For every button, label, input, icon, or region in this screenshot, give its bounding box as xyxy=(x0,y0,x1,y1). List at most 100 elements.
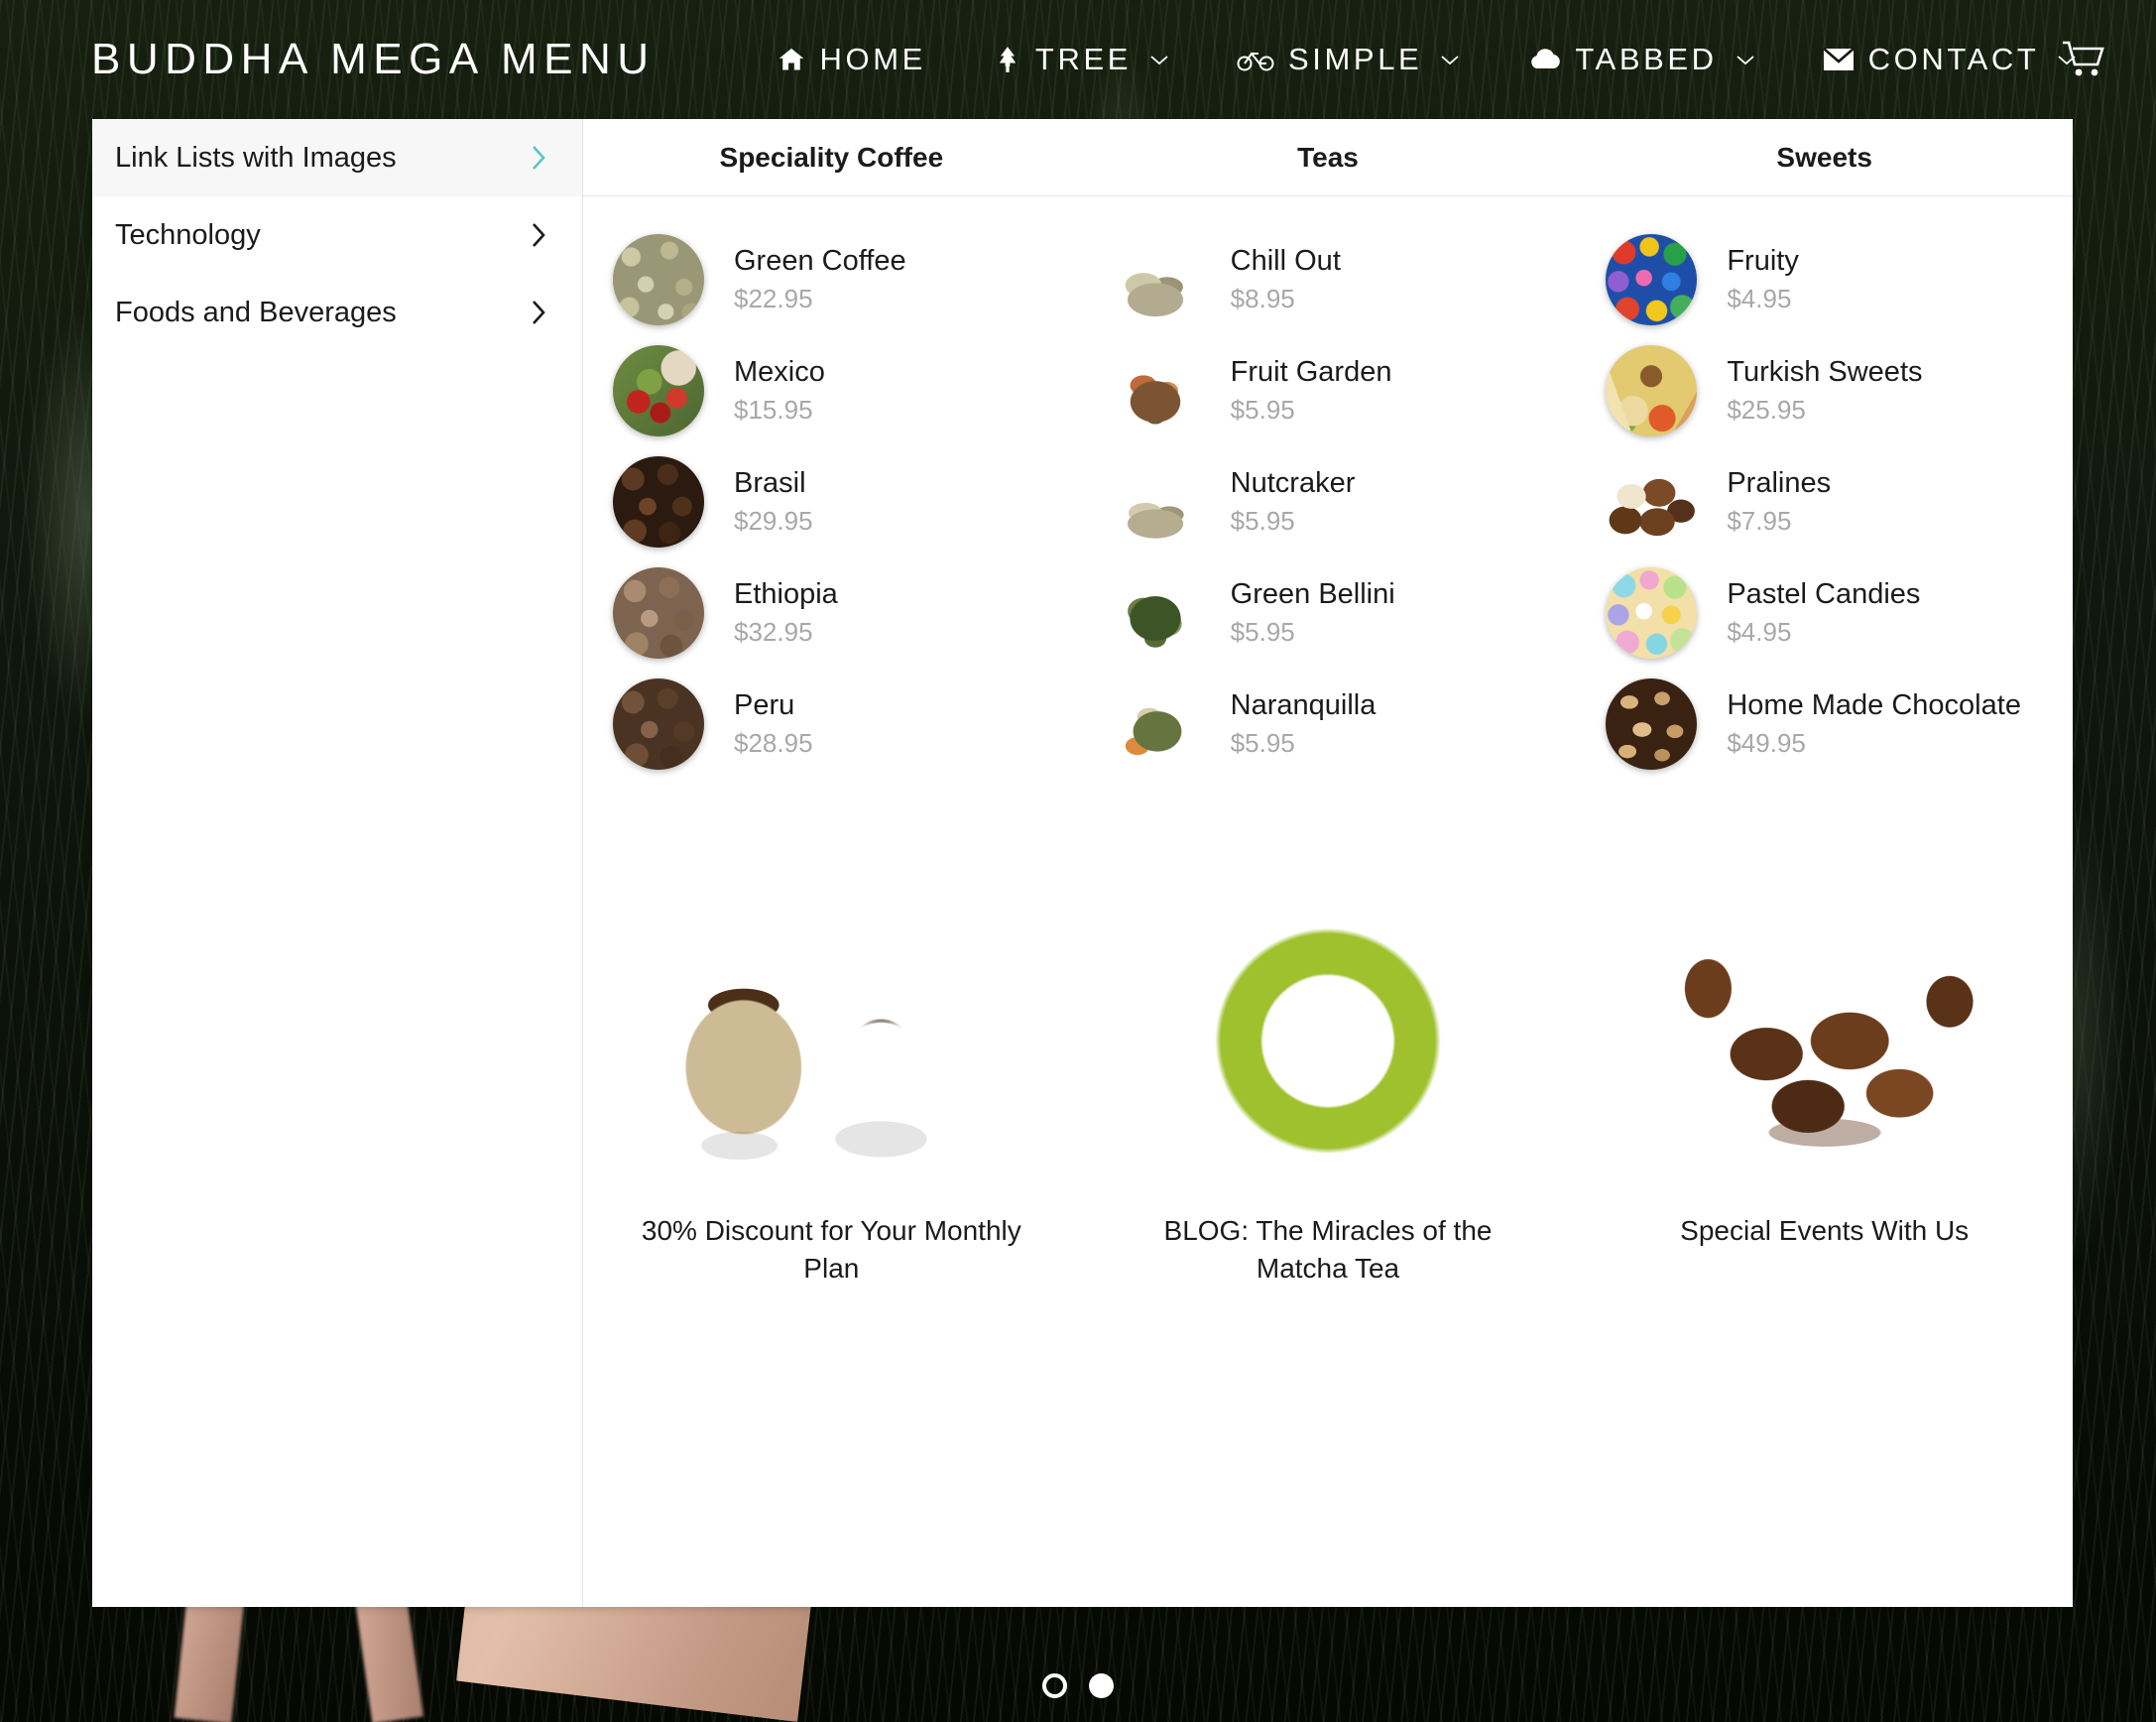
product-price: $49.95 xyxy=(1727,727,1806,758)
product-price: $32.95 xyxy=(734,616,813,647)
product-name: Ethiopia xyxy=(734,578,838,611)
product-thumbnail xyxy=(1602,675,1701,774)
product-name: Home Made Chocolate xyxy=(1727,689,2021,722)
main-navigation: HOME TREE SIMPLE TABBED CONTACT xyxy=(743,42,2111,77)
product-price: $4.95 xyxy=(1727,283,1792,313)
product-price: $8.95 xyxy=(1230,283,1295,313)
nav-item-tree[interactable]: TREE xyxy=(960,42,1203,77)
product-columns: Green Coffee $22.95 Mexico $15.95 Brasil… xyxy=(583,196,2073,780)
nutcraker-tea-leaves-image xyxy=(1105,456,1205,548)
column-heading-sweets: Sweets xyxy=(1776,141,1872,173)
chevron-down-icon xyxy=(1149,54,1169,66)
pralines-chocolates-image xyxy=(1602,456,1702,548)
product-item-brasil[interactable]: Brasil $29.95 xyxy=(603,446,1060,557)
turkish-sweets-platter-image xyxy=(1606,345,1698,436)
product-item-green-bellini[interactable]: Green Bellini $5.95 xyxy=(1100,557,1557,669)
sidebar-item-foods-and-beverages[interactable]: Foods and Beverages xyxy=(92,274,582,351)
product-price: $25.95 xyxy=(1727,394,1806,425)
green-coffee-beans-image xyxy=(613,234,704,325)
product-item-turkish-sweets[interactable]: Turkish Sweets $25.95 xyxy=(1596,335,2053,446)
product-name: Peru xyxy=(734,689,795,722)
tree-icon xyxy=(994,45,1021,74)
page-root: BUDDHA MEGA MENU HOME TREE SIMPLE TABBED… xyxy=(0,0,2156,1722)
product-item-fruity[interactable]: Fruity $4.95 xyxy=(1596,224,2053,335)
product-name: Fruity xyxy=(1727,245,1799,278)
promo-blog-matcha-tea[interactable]: BLOG: The Miracles of the Matcha Tea xyxy=(1080,851,1577,1288)
product-text: Mexico $15.95 xyxy=(734,354,825,427)
carousel-dot-2[interactable] xyxy=(1089,1673,1114,1698)
ethiopia-light-roast-beans-image xyxy=(613,567,704,659)
product-text: Brasil $29.95 xyxy=(734,465,813,538)
product-item-home-made-chocolate[interactable]: Home Made Chocolate $49.95 xyxy=(1596,669,2053,780)
product-text: Green Bellini $5.95 xyxy=(1231,576,1395,649)
shopping-cart-icon[interactable] xyxy=(2061,39,2108,80)
chevron-down-icon xyxy=(1736,54,1755,66)
sidebar-item-label: Link Lists with Images xyxy=(115,141,397,174)
product-item-ethiopia[interactable]: Ethiopia $32.95 xyxy=(603,557,1060,669)
product-name: Brasil xyxy=(734,467,806,500)
chill-out-tea-leaves-image xyxy=(1105,234,1205,325)
column-headers-row: Speciality Coffee Teas Sweets xyxy=(583,119,2073,196)
product-price: $5.95 xyxy=(1230,727,1295,758)
product-price: $22.95 xyxy=(734,283,813,313)
promo-special-events[interactable]: Special Events With Us xyxy=(1576,851,2073,1288)
envelope-icon xyxy=(1822,48,1855,71)
product-price: $4.95 xyxy=(1727,616,1792,647)
mega-menu-panel: Link Lists with Images Technology Foods … xyxy=(92,119,2073,1607)
nav-item-tabbed-label: TABBED xyxy=(1575,42,1718,76)
sidebar-item-technology[interactable]: Technology xyxy=(92,196,582,274)
matcha-powder-bowl-image xyxy=(1120,851,1536,1178)
mega-menu-sidebar: Link Lists with Images Technology Foods … xyxy=(92,119,583,1607)
product-text: Peru $28.95 xyxy=(734,687,813,760)
product-name: Turkish Sweets xyxy=(1727,356,1923,389)
fruit-garden-tea-blend-image xyxy=(1105,345,1205,436)
product-text: Green Coffee $22.95 xyxy=(734,243,906,315)
home-icon xyxy=(777,46,806,73)
product-item-nutcraker[interactable]: Nutcraker $5.95 xyxy=(1100,446,1557,557)
product-name: Chill Out xyxy=(1230,245,1341,278)
product-item-pralines[interactable]: Pralines $7.95 xyxy=(1596,446,2053,557)
carousel-pagination xyxy=(0,1673,2156,1698)
green-bellini-tea-leaves-image xyxy=(1105,567,1205,659)
product-text: Ethiopia $32.95 xyxy=(734,576,838,649)
column-heading-teas: Teas xyxy=(1297,141,1359,173)
product-text: Nutcraker $5.95 xyxy=(1231,465,1356,538)
product-text: Naranquilla $5.95 xyxy=(1231,687,1377,760)
product-item-chill-out[interactable]: Chill Out $8.95 xyxy=(1100,224,1557,335)
homemade-walnut-chocolate-image xyxy=(1606,678,1698,770)
nav-item-tabbed[interactable]: TABBED xyxy=(1494,42,1788,77)
product-thumbnail xyxy=(1602,230,1701,329)
product-name: Fruit Garden xyxy=(1230,356,1392,389)
fruity-candy-balls-image xyxy=(1606,234,1698,325)
bicycle-icon xyxy=(1237,47,1274,72)
product-price: $5.95 xyxy=(1230,505,1295,536)
product-price: $7.95 xyxy=(1727,505,1792,536)
product-name: Pastel Candies xyxy=(1727,578,1921,611)
product-item-green-coffee[interactable]: Green Coffee $22.95 xyxy=(603,224,1060,335)
site-brand-logo[interactable]: BUDDHA MEGA MENU xyxy=(91,35,656,84)
product-name: Naranquilla xyxy=(1230,689,1377,722)
sidebar-item-link-lists-with-images[interactable]: Link Lists with Images xyxy=(92,119,582,196)
nav-item-simple[interactable]: SIMPLE xyxy=(1203,42,1494,77)
product-item-peru[interactable]: Peru $28.95 xyxy=(603,669,1060,780)
nav-item-tree-label: TREE xyxy=(1034,42,1132,76)
nav-item-home-label: HOME xyxy=(819,42,926,76)
product-item-mexico[interactable]: Mexico $15.95 xyxy=(603,335,1060,446)
product-item-pastel-candies[interactable]: Pastel Candies $4.95 xyxy=(1596,557,2053,669)
product-price: $28.95 xyxy=(734,727,813,758)
column-heading-speciality-coffee: Speciality Coffee xyxy=(719,141,944,173)
cloud-icon xyxy=(1527,47,1561,72)
product-thumbnail xyxy=(1105,341,1205,440)
product-thumbnail xyxy=(609,563,708,663)
site-header: BUDDHA MEGA MENU HOME TREE SIMPLE TABBED… xyxy=(0,0,2156,119)
product-item-fruit-garden[interactable]: Fruit Garden $5.95 xyxy=(1100,335,1557,446)
promo-caption: 30% Discount for Your Monthly Plan xyxy=(641,1215,1021,1284)
product-thumbnail xyxy=(609,452,708,552)
mega-menu-content: Speciality Coffee Teas Sweets Green Coff… xyxy=(583,119,2073,1607)
promo-discount-monthly-plan[interactable]: 30% Discount for Your Monthly Plan xyxy=(583,851,1080,1288)
carousel-dot-1[interactable] xyxy=(1042,1673,1067,1698)
nav-item-home[interactable]: HOME xyxy=(743,42,960,77)
product-column-teas: Chill Out $8.95 Fruit Garden $5.95 Nutcr… xyxy=(1080,224,1577,780)
product-item-naranquilla[interactable]: Naranquilla $5.95 xyxy=(1100,669,1557,780)
product-thumbnail xyxy=(609,230,708,329)
